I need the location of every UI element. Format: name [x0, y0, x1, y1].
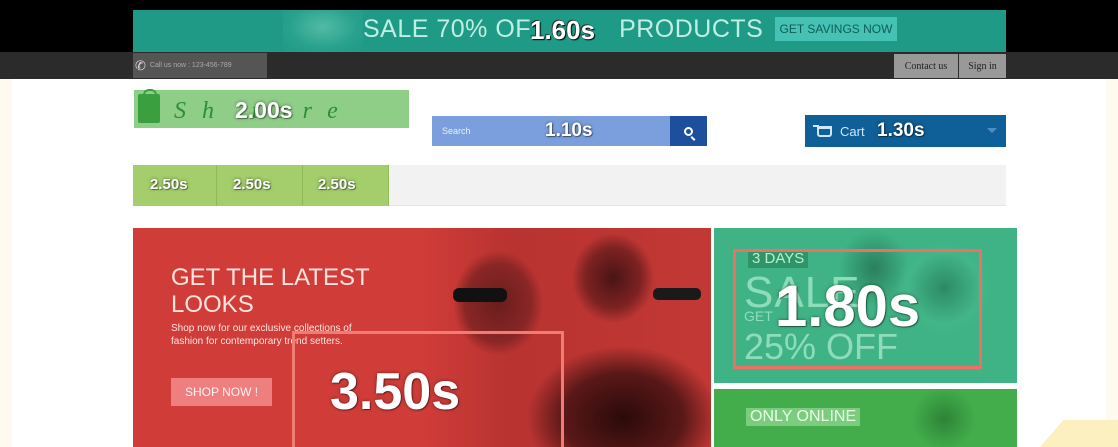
get-savings-button[interactable]: GET SAVINGS NOW	[775, 17, 897, 41]
only-online-tag: ONLY ONLINE	[746, 408, 861, 426]
cart-icon	[813, 124, 832, 137]
online-promo-banner[interactable]: ONLY ONLINE	[714, 389, 1017, 447]
sunglasses-image	[453, 288, 507, 302]
promo-banner-timing: 1.60s	[530, 15, 596, 45]
nav-item-timing: 2.50s	[233, 176, 271, 193]
sunglasses-image	[653, 288, 701, 300]
contact-us-link[interactable]: Contact us	[894, 54, 958, 78]
cart-label: Cart	[840, 123, 865, 139]
shop-now-button[interactable]: SHOP NOW !	[171, 378, 272, 406]
call-us-box: ✆ Call us now : 123-456-789	[133, 53, 267, 78]
phone-icon: ✆	[135, 57, 146, 73]
nav-item-timing: 2.50s	[318, 176, 356, 193]
shopping-bag-icon	[138, 89, 160, 123]
nav-item-timing: 2.50s	[150, 176, 188, 193]
search-button[interactable]	[670, 116, 707, 146]
search-timing: 1.10s	[545, 120, 593, 141]
sign-in-link[interactable]: Sign in	[959, 54, 1006, 78]
hero-title: GET THE LATEST LOOKS	[171, 264, 370, 318]
online-promo-model-image	[894, 389, 994, 447]
banner-model-image	[283, 10, 363, 52]
cart-timing: 1.30s	[877, 120, 925, 141]
search-icon	[684, 126, 693, 136]
chevron-down-icon	[987, 128, 997, 133]
side-promo-timing: 1.80s	[775, 274, 921, 339]
call-us-text: Call us now : 123-456-789	[149, 62, 232, 69]
logo-timing: 2.00s	[235, 97, 293, 123]
hero-timing: 3.50s	[330, 363, 461, 421]
